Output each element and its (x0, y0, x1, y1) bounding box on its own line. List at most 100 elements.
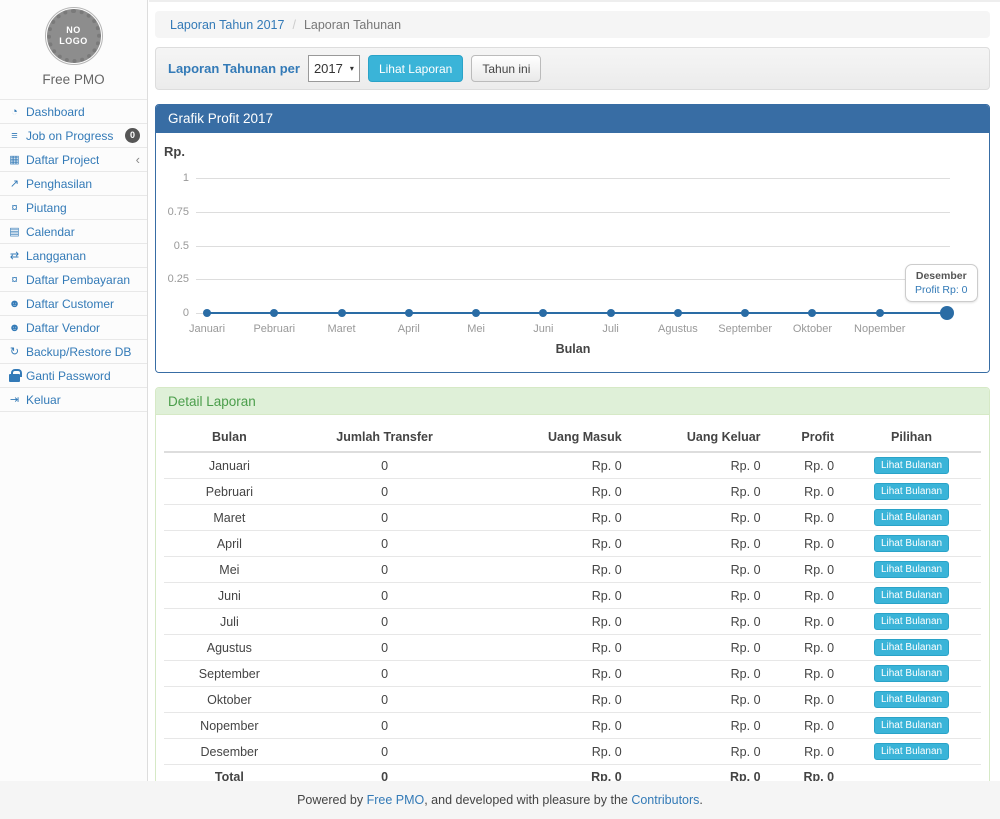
table-body: Januari0Rp. 0Rp. 0Rp. 0Lihat BulananPebr… (164, 452, 981, 789)
data-point-april[interactable] (405, 309, 413, 317)
money-icon: ¤ (7, 201, 22, 215)
data-point-agustus[interactable] (674, 309, 682, 317)
data-point-nopember[interactable] (876, 309, 884, 317)
column-header-pilihan: Pilihan (842, 424, 981, 452)
year-select-value: 2017 (314, 61, 343, 76)
data-point-januari[interactable] (203, 309, 211, 317)
x-tick-label: Januari (171, 323, 243, 335)
data-point-oktober[interactable] (808, 309, 816, 317)
sidebar-item-daftar-customer[interactable]: ☻Daftar Customer (0, 292, 147, 316)
lihat-bulanan-button[interactable]: Lihat Bulanan (874, 717, 949, 734)
contributors-link[interactable]: Contributors (631, 793, 699, 807)
sidebar-item-job-on-progress[interactable]: ≡Job on Progress0 (0, 124, 147, 148)
lihat-bulanan-button[interactable]: Lihat Bulanan (874, 587, 949, 604)
footer: Powered by Free PMO, and developed with … (0, 781, 1000, 819)
y-tick-label: 0.5 (156, 240, 189, 252)
lihat-bulanan-button[interactable]: Lihat Bulanan (874, 639, 949, 656)
x-tick-label: Mei (440, 323, 512, 335)
x-tick-label: September (709, 323, 781, 335)
sidebar-item-daftar-pembayaran[interactable]: ¤Daftar Pembayaran (0, 268, 147, 292)
data-point-juli[interactable] (607, 309, 615, 317)
sidebar-item-langganan[interactable]: ⇄Langganan (0, 244, 147, 268)
table-row: Juli0Rp. 0Rp. 0Rp. 0Lihat Bulanan (164, 609, 981, 635)
cell-bulan: Nopember (164, 713, 295, 739)
caret-down-icon: ▾ (350, 64, 354, 73)
sidebar-item-calendar[interactable]: ▤Calendar (0, 220, 147, 244)
cell-pilihan: Lihat Bulanan (842, 635, 981, 661)
sidebar-item-backup-restore-db[interactable]: ↻Backup/Restore DB (0, 340, 147, 364)
sidebar-item-daftar-vendor[interactable]: ☻Daftar Vendor (0, 316, 147, 340)
lihat-bulanan-button[interactable]: Lihat Bulanan (874, 509, 949, 526)
table-row: Desember0Rp. 0Rp. 0Rp. 0Lihat Bulanan (164, 739, 981, 765)
chart-tooltip: Desember Profit Rp: 0 (905, 264, 978, 302)
dashboard-icon: ◔ (7, 105, 22, 119)
refresh-icon: ↻ (7, 345, 22, 359)
column-header-uang-keluar: Uang Keluar (630, 424, 769, 452)
data-point-maret[interactable] (338, 309, 346, 317)
cell-bulan: Juli (164, 609, 295, 635)
calendar-icon: ▤ (7, 225, 22, 239)
count-badge: 0 (125, 128, 140, 143)
cell-pilihan: Lihat Bulanan (842, 505, 981, 531)
x-tick-label: Juni (507, 323, 579, 335)
cell-uang-masuk: Rp. 0 (474, 635, 629, 661)
lihat-bulanan-button[interactable]: Lihat Bulanan (874, 691, 949, 708)
logo-text-line1: NO (66, 25, 81, 36)
y-tick-label: 0.75 (156, 206, 189, 218)
tooltip-title: Desember (915, 270, 968, 282)
breadcrumb-link[interactable]: Laporan Tahun 2017 (170, 18, 284, 32)
sidebar-item-label: Dashboard (26, 105, 85, 119)
lihat-bulanan-button[interactable]: Lihat Bulanan (874, 457, 949, 474)
sidebar-item-label: Keluar (26, 393, 61, 407)
sidebar-item-label: Ganti Password (26, 369, 111, 383)
data-point-pebruari[interactable] (270, 309, 278, 317)
sidebar-item-ganti-password[interactable]: Ganti Password (0, 364, 147, 388)
cell-bulan: Maret (164, 505, 295, 531)
cell-profit: Rp. 0 (769, 635, 843, 661)
lihat-bulanan-button[interactable]: Lihat Bulanan (874, 743, 949, 760)
sidebar-item-label: Daftar Project (26, 153, 99, 167)
cell-profit: Rp. 0 (769, 531, 843, 557)
cell-pilihan: Lihat Bulanan (842, 609, 981, 635)
cell-jumlah-transfer: 0 (295, 452, 475, 479)
cell-profit: Rp. 0 (769, 583, 843, 609)
no-logo-badge: NO LOGO (47, 9, 101, 63)
chart-y-axis-label: Rp. (164, 144, 185, 159)
footer-text-suffix: . (699, 793, 702, 807)
cell-uang-keluar: Rp. 0 (630, 531, 769, 557)
lihat-bulanan-button[interactable]: Lihat Bulanan (874, 613, 949, 630)
lihat-bulanan-button[interactable]: Lihat Bulanan (874, 483, 949, 500)
cell-uang-keluar: Rp. 0 (630, 557, 769, 583)
lihat-bulanan-button[interactable]: Lihat Bulanan (874, 535, 949, 552)
x-tick-label: Oktober (776, 323, 848, 335)
data-point-juni[interactable] (539, 309, 547, 317)
chart-panel-title: Grafik Profit 2017 (156, 105, 989, 133)
tahun-ini-button[interactable]: Tahun ini (471, 55, 541, 82)
cell-jumlah-transfer: 0 (295, 505, 475, 531)
users-icon: ☻ (7, 321, 22, 335)
sidebar-item-label: Daftar Pembayaran (26, 273, 130, 287)
data-point-mei[interactable] (472, 309, 480, 317)
sidebar-item-label: Daftar Customer (26, 297, 114, 311)
sidebar-item-daftar-project[interactable]: ▦Daftar Project‹ (0, 148, 147, 172)
sidebar-item-piutang[interactable]: ¤Piutang (0, 196, 147, 220)
cell-profit: Rp. 0 (769, 479, 843, 505)
footer-text-prefix: Powered by (297, 793, 366, 807)
sidebar-item-dashboard[interactable]: ◔ Dashboard (0, 100, 147, 124)
sidebar-item-penghasilan[interactable]: ↗Penghasilan (0, 172, 147, 196)
free-pmo-link[interactable]: Free PMO (367, 793, 425, 807)
cell-uang-masuk: Rp. 0 (474, 609, 629, 635)
column-header-jumlah-transfer: Jumlah Transfer (295, 424, 475, 452)
lihat-bulanan-button[interactable]: Lihat Bulanan (874, 665, 949, 682)
cell-bulan: Januari (164, 452, 295, 479)
chart-gridline (196, 178, 950, 179)
data-point-desember[interactable] (940, 306, 954, 320)
year-select[interactable]: 2017 ▾ (308, 55, 360, 82)
data-point-september[interactable] (741, 309, 749, 317)
sidebar-item-keluar[interactable]: ⇥ Keluar (0, 388, 147, 412)
lihat-laporan-button[interactable]: Lihat Laporan (368, 55, 463, 82)
sign-out-icon: ⇥ (7, 393, 22, 407)
cell-profit: Rp. 0 (769, 452, 843, 479)
exchange-icon: ⇄ (7, 249, 22, 263)
lihat-bulanan-button[interactable]: Lihat Bulanan (874, 561, 949, 578)
